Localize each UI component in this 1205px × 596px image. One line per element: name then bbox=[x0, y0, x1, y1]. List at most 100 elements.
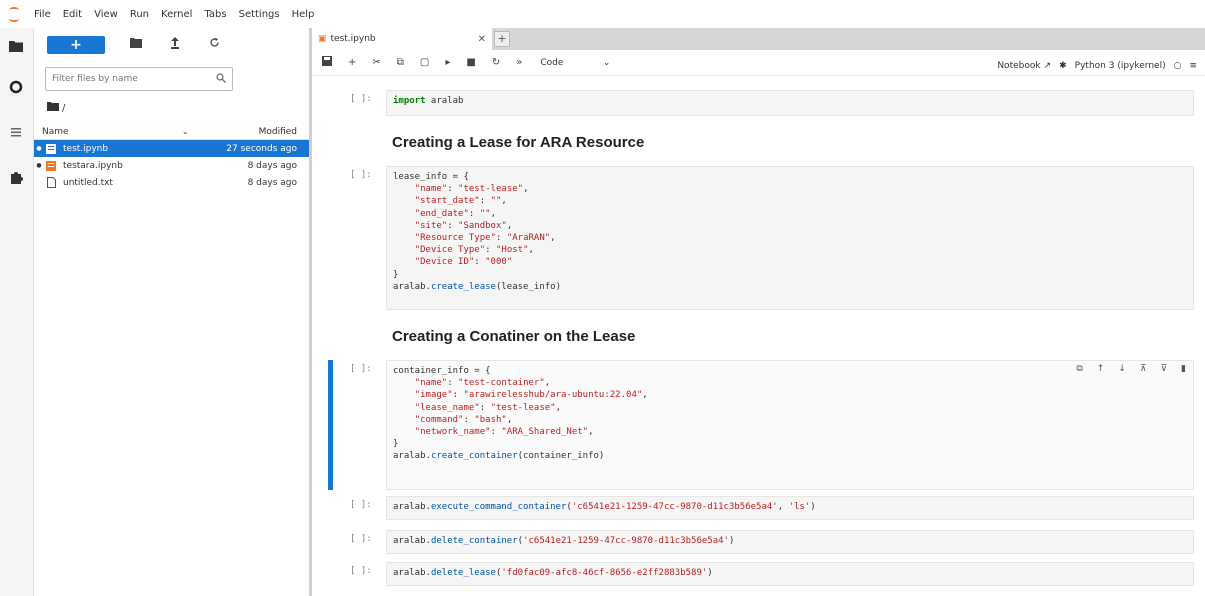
duplicate-icon[interactable]: ⧉ bbox=[1076, 364, 1082, 374]
paste-icon[interactable]: ▢ bbox=[420, 57, 429, 68]
code-editor[interactable]: lease_info = { "name": "test-lease", "st… bbox=[386, 166, 1194, 310]
menu-settings[interactable]: Settings bbox=[239, 9, 280, 20]
file-name: test.ipynb bbox=[63, 143, 109, 154]
kernel-status-area: Notebook ↗ ✱ Python 3 (ipykernel) ○ ≡ bbox=[989, 56, 1197, 76]
sort-chevron-down-icon[interactable]: ⌄ bbox=[182, 127, 189, 136]
cell-prompt: [ ]: bbox=[350, 566, 372, 576]
file-modified: 27 seconds ago bbox=[226, 143, 297, 154]
stop-icon[interactable]: ■ bbox=[466, 57, 475, 68]
chevron-down-icon: ⌄ bbox=[602, 57, 611, 68]
code-editor[interactable]: import aralab bbox=[386, 90, 1194, 116]
restart-icon[interactable]: ↻ bbox=[492, 57, 500, 68]
bug-icon[interactable]: ✱ bbox=[1059, 61, 1067, 71]
code-editor[interactable]: aralab.execute_command_container('c6541e… bbox=[386, 496, 1194, 520]
add-cell-icon[interactable]: + bbox=[348, 57, 356, 68]
insert-above-icon[interactable]: ⊼ bbox=[1140, 364, 1147, 374]
file-browser: + / Name ⌄ Modified ● test.ipynb 27 seco bbox=[34, 28, 310, 596]
column-name-header[interactable]: Name bbox=[42, 127, 182, 137]
save-icon[interactable] bbox=[322, 56, 332, 69]
active-cell-indicator bbox=[328, 360, 333, 490]
cell-prompt: [ ]: bbox=[350, 170, 372, 180]
file-name: untitled.txt bbox=[63, 177, 113, 188]
code-editor[interactable]: aralab.delete_lease('fd0fac09-afc8-46cf-… bbox=[386, 562, 1194, 586]
file-row-test-ipynb[interactable]: ● test.ipynb 27 seconds ago bbox=[34, 140, 309, 157]
column-modified-header[interactable]: Modified bbox=[259, 127, 297, 137]
extension-icon[interactable] bbox=[8, 170, 24, 186]
code-cell[interactable]: [ ]: aralab.delete_container('c6541e21-1… bbox=[328, 530, 1194, 554]
menu-file[interactable]: File bbox=[34, 9, 51, 20]
code-cell[interactable]: [ ]: aralab.execute_command_container('c… bbox=[328, 496, 1194, 520]
file-row-untitled-txt[interactable]: untitled.txt 8 days ago bbox=[34, 174, 309, 191]
running-indicator-icon: ● bbox=[36, 145, 42, 152]
notebook-icon: ▣ bbox=[318, 34, 327, 44]
running-icon[interactable] bbox=[8, 80, 24, 96]
refresh-icon[interactable] bbox=[206, 37, 222, 53]
cell-type-select[interactable]: Code ⌄ bbox=[540, 58, 610, 68]
notebook-label[interactable]: Notebook bbox=[997, 61, 1040, 71]
running-indicator-icon: ● bbox=[36, 162, 42, 169]
file-row-testara-ipynb[interactable]: ● testara.ipynb 8 days ago bbox=[34, 157, 309, 174]
cell-type-value: Code bbox=[540, 57, 564, 68]
insert-below-icon[interactable]: ⊽ bbox=[1160, 364, 1167, 374]
jupyter-logo-icon bbox=[8, 6, 20, 22]
delete-icon[interactable]: ▮ bbox=[1181, 364, 1186, 374]
notebook-file-icon bbox=[45, 160, 57, 171]
cell-toolbar: ⧉ ↑ ↓ ⊼ ⊽ ▮ bbox=[1076, 364, 1186, 374]
settings-icon[interactable]: ≡ bbox=[1189, 61, 1197, 71]
text-file-icon bbox=[45, 177, 57, 188]
breadcrumb-root[interactable]: / bbox=[62, 103, 65, 114]
copy-icon[interactable]: ⧉ bbox=[397, 57, 404, 68]
code-cell[interactable]: [ ]: lease_info = { "name": "test-lease"… bbox=[328, 166, 1194, 310]
cell-prompt: [ ]: bbox=[350, 500, 372, 510]
code-editor[interactable]: container_info = { "name": "test-contain… bbox=[386, 360, 1194, 490]
new-tab-button[interactable]: + bbox=[494, 31, 510, 47]
menu-help[interactable]: Help bbox=[292, 9, 315, 20]
cell-prompt: [ ]: bbox=[350, 534, 372, 544]
breadcrumb: / bbox=[47, 101, 309, 115]
tab-test-ipynb[interactable]: ▣ test.ipynb ✕ bbox=[312, 28, 492, 50]
folder-icon[interactable] bbox=[8, 40, 24, 56]
menu-kernel[interactable]: Kernel bbox=[161, 9, 192, 20]
kernel-idle-icon: ○ bbox=[1173, 61, 1182, 71]
menu-bar: File Edit View Run Kernel Tabs Settings … bbox=[0, 0, 1205, 28]
menu-view[interactable]: View bbox=[94, 9, 118, 20]
cut-icon[interactable]: ✂ bbox=[372, 57, 380, 68]
kernel-name[interactable]: Python 3 (ipykernel) bbox=[1075, 61, 1166, 71]
search-icon bbox=[216, 72, 226, 86]
open-external-icon[interactable]: ↗ bbox=[1044, 61, 1052, 71]
file-list-header: Name ⌄ Modified bbox=[34, 124, 309, 140]
tab-bar: ▣ test.ipynb ✕ + bbox=[312, 28, 1205, 50]
menu-edit[interactable]: Edit bbox=[63, 9, 82, 20]
run-icon[interactable]: ▸ bbox=[445, 57, 450, 68]
code-editor[interactable]: aralab.delete_container('c6541e21-1259-4… bbox=[386, 530, 1194, 554]
file-name: testara.ipynb bbox=[63, 160, 123, 171]
command-palette-icon[interactable] bbox=[8, 126, 24, 142]
code-cell-active[interactable]: [ ]: container_info = { "name": "test-co… bbox=[328, 360, 1194, 490]
folder-icon[interactable] bbox=[47, 102, 59, 114]
new-folder-icon[interactable] bbox=[128, 37, 144, 53]
file-modified: 8 days ago bbox=[247, 160, 297, 171]
file-browser-toolbar: + bbox=[34, 28, 309, 62]
menu-tabs[interactable]: Tabs bbox=[204, 9, 226, 20]
markdown-heading: Creating a Conatiner on the Lease bbox=[392, 328, 636, 345]
filter-box bbox=[45, 67, 233, 91]
close-icon[interactable]: ✕ bbox=[478, 34, 486, 45]
notebook-file-icon bbox=[45, 143, 57, 154]
tab-label: test.ipynb bbox=[330, 34, 376, 44]
code-cell[interactable]: [ ]: aralab.delete_lease('fd0fac09-afc8-… bbox=[328, 562, 1194, 586]
fast-forward-icon[interactable]: » bbox=[516, 57, 522, 68]
move-down-icon[interactable]: ↓ bbox=[1118, 364, 1126, 374]
cell-prompt: [ ]: bbox=[350, 94, 372, 104]
notebook-panel: [ ]: import aralab Creating a Lease for … bbox=[312, 78, 1205, 596]
menu-run[interactable]: Run bbox=[130, 9, 149, 20]
main-area: ▣ test.ipynb ✕ + + ✂ ⧉ ▢ ▸ ■ ↻ » Code ⌄ … bbox=[310, 28, 1205, 596]
file-modified: 8 days ago bbox=[247, 177, 297, 188]
cell-prompt: [ ]: bbox=[350, 364, 372, 374]
upload-icon[interactable] bbox=[167, 37, 183, 53]
activity-bar bbox=[0, 28, 34, 596]
code-cell[interactable]: [ ]: import aralab bbox=[328, 90, 1194, 116]
markdown-heading: Creating a Lease for ARA Resource bbox=[392, 134, 645, 151]
filter-files-input[interactable] bbox=[52, 74, 216, 84]
move-up-icon[interactable]: ↑ bbox=[1097, 364, 1105, 374]
new-launcher-button[interactable]: + bbox=[47, 36, 105, 54]
